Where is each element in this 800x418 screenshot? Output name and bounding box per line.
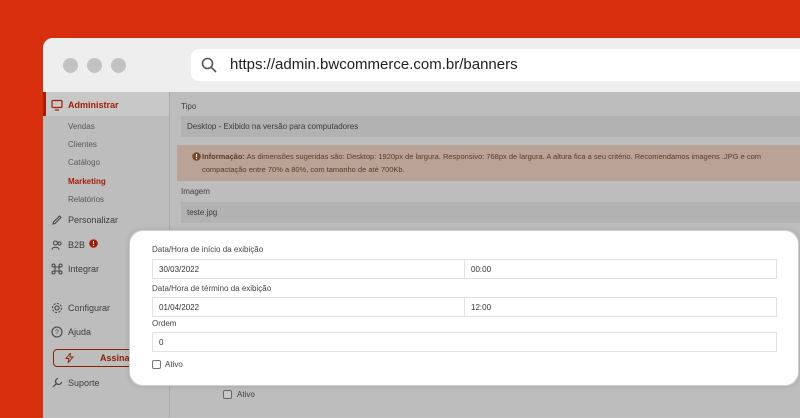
pencil-icon bbox=[52, 215, 62, 225]
inicio-time-value: 00:00 bbox=[471, 265, 492, 274]
browser-chrome: https://admin.bwcommerce.com.br/banners bbox=[43, 38, 800, 92]
window-dot-minimize[interactable] bbox=[87, 58, 102, 73]
tipo-label: Tipo bbox=[181, 102, 197, 111]
sidebar-sub-clientes[interactable]: Clientes bbox=[68, 140, 97, 149]
inicio-date-value: 30/03/2022 bbox=[159, 265, 200, 274]
ordem-value: 0 bbox=[159, 338, 164, 347]
gear-icon bbox=[51, 302, 63, 314]
info-alert: Informação: As dimensões sugeridas são: … bbox=[177, 145, 800, 181]
sidebar-label-ajuda: Ajuda bbox=[68, 327, 92, 337]
lightning-icon bbox=[65, 353, 74, 363]
search-icon bbox=[201, 57, 217, 73]
termino-time-input[interactable]: 12:00 bbox=[464, 297, 777, 317]
ativo-checkbox[interactable] bbox=[152, 360, 161, 369]
sidebar-sub-catalogo[interactable]: Catálogo bbox=[68, 158, 100, 167]
sidebar-label-b2b: B2B bbox=[68, 240, 86, 250]
support-icon bbox=[52, 377, 63, 388]
monitor-icon bbox=[51, 99, 63, 111]
ativo-label: Ativo bbox=[165, 360, 183, 369]
tipo-value: Desktop - Exibido na versão para computa… bbox=[187, 122, 359, 131]
info-text: As dimensões sugeridas são: Desktop: 192… bbox=[202, 152, 762, 174]
termino-date-input[interactable]: 01/04/2022 bbox=[152, 297, 465, 317]
url-text[interactable]: https://admin.bwcommerce.com.br/banners bbox=[230, 56, 518, 73]
inicio-label: Data/Hora de início da exibição bbox=[152, 245, 264, 254]
sidebar-label-suporte: Suporte bbox=[68, 378, 100, 388]
imagem-value: teste.jpg bbox=[187, 208, 218, 217]
termino-time-value: 12:00 bbox=[471, 303, 492, 312]
termino-date-value: 01/04/2022 bbox=[159, 303, 200, 312]
date-settings-card: Data/Hora de início da exibição 30/03/20… bbox=[129, 230, 799, 386]
sidebar-sub-relatorios[interactable]: Relatórios bbox=[68, 195, 104, 204]
sidebar-sub-marketing[interactable]: Marketing bbox=[68, 177, 106, 186]
ordem-input[interactable]: 0 bbox=[152, 332, 777, 352]
imagem-label: Imagem bbox=[181, 187, 210, 196]
ativo-label-bottom: Ativo bbox=[237, 390, 255, 399]
ativo-checkbox-bottom[interactable] bbox=[223, 390, 232, 399]
address-bar[interactable]: https://admin.bwcommerce.com.br/banners bbox=[191, 49, 800, 81]
sidebar-label-configurar: Configurar bbox=[68, 303, 111, 313]
sidebar-label-personalizar: Personalizar bbox=[68, 215, 119, 225]
imagem-input[interactable]: teste.jpg bbox=[181, 202, 800, 223]
sidebar-sub-vendas[interactable]: Vendas bbox=[68, 122, 95, 131]
ordem-label: Ordem bbox=[152, 319, 177, 328]
inicio-date-input[interactable]: 30/03/2022 bbox=[152, 259, 465, 279]
alert-badge-icon bbox=[89, 239, 98, 248]
svg-text:?: ? bbox=[55, 330, 59, 337]
sidebar-label-administrar: Administrar bbox=[68, 100, 119, 110]
window-dot-maximize[interactable] bbox=[111, 58, 126, 73]
help-icon: ? bbox=[51, 326, 63, 338]
users-icon bbox=[51, 240, 62, 250]
window-dot-close[interactable] bbox=[63, 58, 78, 73]
termino-label: Data/Hora de término da exibição bbox=[152, 284, 272, 293]
tipo-select[interactable]: Desktop - Exibido na versão para computa… bbox=[181, 116, 800, 137]
inicio-time-input[interactable]: 00:00 bbox=[464, 259, 777, 279]
info-title: Informação: bbox=[202, 152, 245, 161]
info-icon bbox=[192, 152, 201, 161]
sidebar-label-integrar: Integrar bbox=[68, 264, 100, 274]
command-icon bbox=[51, 263, 63, 275]
